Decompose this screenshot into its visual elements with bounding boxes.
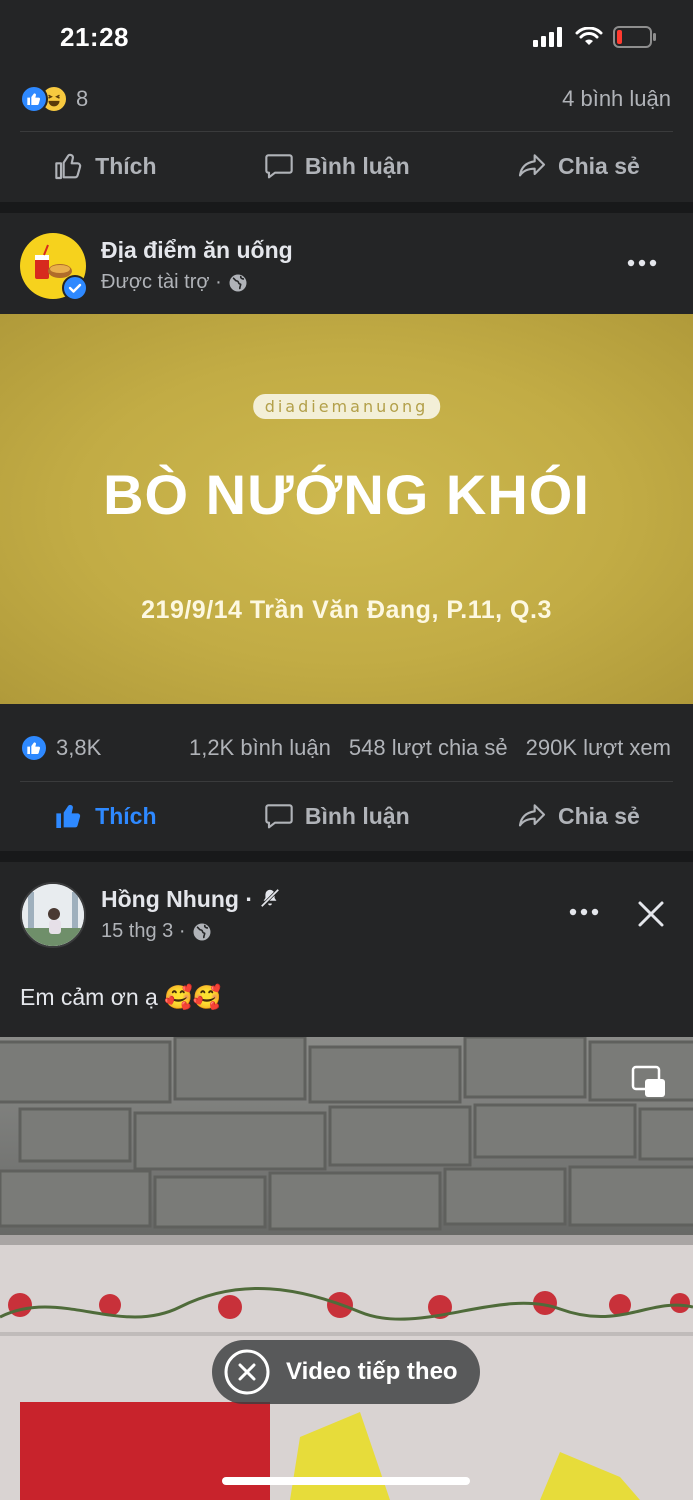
page-name[interactable]: Địa điểm ăn uống	[101, 237, 293, 264]
video-frame	[0, 1037, 693, 1500]
post-header: Hồng Nhung · 15 thg 3 ·	[20, 882, 673, 950]
reactions[interactable]: 8	[20, 85, 88, 113]
reaction-count: 8	[76, 86, 89, 111]
close-icon[interactable]	[224, 1349, 270, 1395]
post-date[interactable]: 15 thg 3 ·	[101, 920, 186, 943]
thumb-up-icon	[56, 804, 81, 828]
next-video-button[interactable]: Video tiếp theo	[212, 1340, 480, 1404]
reaction-summary[interactable]: 3,8K 1,2K bình luận 548 lượt chia sẻ 290…	[20, 728, 671, 768]
reaction-count: 3,8K	[56, 735, 102, 760]
like-button[interactable]: Thích	[53, 800, 157, 832]
comment-label: Bình luận	[304, 152, 410, 179]
ad-brand-tag: diadiemanuong	[252, 394, 441, 419]
post-stats: 1,2K bình luận 548 lượt chia sẻ 290K lượ…	[189, 735, 671, 761]
comment-icon	[265, 804, 293, 829]
status-bar: 21:28	[0, 0, 693, 72]
share-label: Chia sẻ	[557, 802, 640, 829]
post-caption: Em cảm ơn ạ 🥰🥰	[20, 984, 222, 1010]
mute-icon	[261, 888, 280, 908]
like-label: Thích	[95, 802, 157, 829]
battery-icon	[613, 26, 656, 48]
post-meta: 15 thg 3 ·	[101, 920, 212, 943]
status-time: 21:28	[60, 22, 129, 52]
comment-icon	[265, 154, 293, 179]
share-label: Chia sẻ	[557, 152, 640, 179]
post-meta: Được tài trợ ·	[101, 271, 248, 294]
user-post: Hồng Nhung · 15 thg 3 · Em cảm ơn ạ 🥰🥰 V…	[0, 862, 693, 1500]
more-icon[interactable]	[569, 908, 599, 916]
comment-count[interactable]: 1,2K bình luận	[189, 735, 331, 761]
comment-button[interactable]: Bình luận	[263, 150, 410, 182]
pip-icon[interactable]	[631, 1065, 667, 1099]
reaction-summary[interactable]: 8 4 bình luận	[20, 79, 671, 119]
signal-icon	[533, 27, 562, 47]
ad-banner-image[interactable]: diadiemanuong BÒ NƯỚNG KHÓI 219/9/14 Trầ…	[0, 314, 693, 704]
wifi-icon	[575, 27, 603, 45]
reactions[interactable]: 3,8K	[20, 734, 101, 762]
divider	[20, 781, 673, 782]
video-player[interactable]: Video tiếp theo	[0, 1037, 693, 1500]
share-count[interactable]: 548 lượt chia sẻ	[349, 735, 508, 761]
view-count: 290K lượt xem	[525, 735, 671, 760]
post-header: Địa điểm ăn uống Được tài trợ ·	[20, 233, 673, 301]
like-label: Thích	[95, 152, 157, 179]
status-icons	[533, 26, 657, 48]
globe-icon	[193, 923, 211, 940]
ad-title: BÒ NƯỚNG KHÓI	[103, 463, 590, 526]
user-avatar[interactable]	[20, 882, 86, 948]
share-button[interactable]: Chia sẻ	[516, 800, 640, 832]
previous-post-footer: 8 4 bình luận Thích Bình luận Chia sẻ	[0, 72, 693, 202]
comment-count[interactable]: 4 bình luận	[562, 86, 671, 112]
action-bar: Thích Bình luận Chia sẻ	[0, 784, 693, 848]
next-video-label: Video tiếp theo	[286, 1358, 458, 1385]
globe-icon	[229, 274, 247, 291]
more-icon[interactable]	[627, 259, 657, 267]
thumb-up-icon	[55, 153, 82, 180]
close-icon[interactable]	[637, 900, 665, 928]
sponsored-post: Địa điểm ăn uống Được tài trợ · diadiema…	[0, 213, 693, 851]
like-button[interactable]: Thích	[53, 150, 157, 182]
action-bar: Thích Bình luận Chia sẻ	[0, 134, 693, 198]
author-name[interactable]: Hồng Nhung ·	[101, 886, 281, 913]
comment-label: Bình luận	[304, 802, 410, 829]
sponsored-label: Được tài trợ ·	[101, 271, 222, 293]
name-separator: ·	[245, 886, 254, 912]
ad-address: 219/9/14 Trần Văn Đang, P.11, Q.3	[141, 596, 552, 624]
divider	[20, 131, 673, 132]
home-indicator	[222, 1477, 470, 1485]
share-icon	[518, 154, 546, 177]
share-icon	[518, 804, 546, 827]
share-button[interactable]: Chia sẻ	[516, 150, 640, 182]
comment-button[interactable]: Bình luận	[263, 800, 410, 832]
like-reaction-icon	[20, 85, 48, 113]
verified-icon	[62, 275, 88, 301]
like-reaction-icon	[20, 734, 48, 762]
